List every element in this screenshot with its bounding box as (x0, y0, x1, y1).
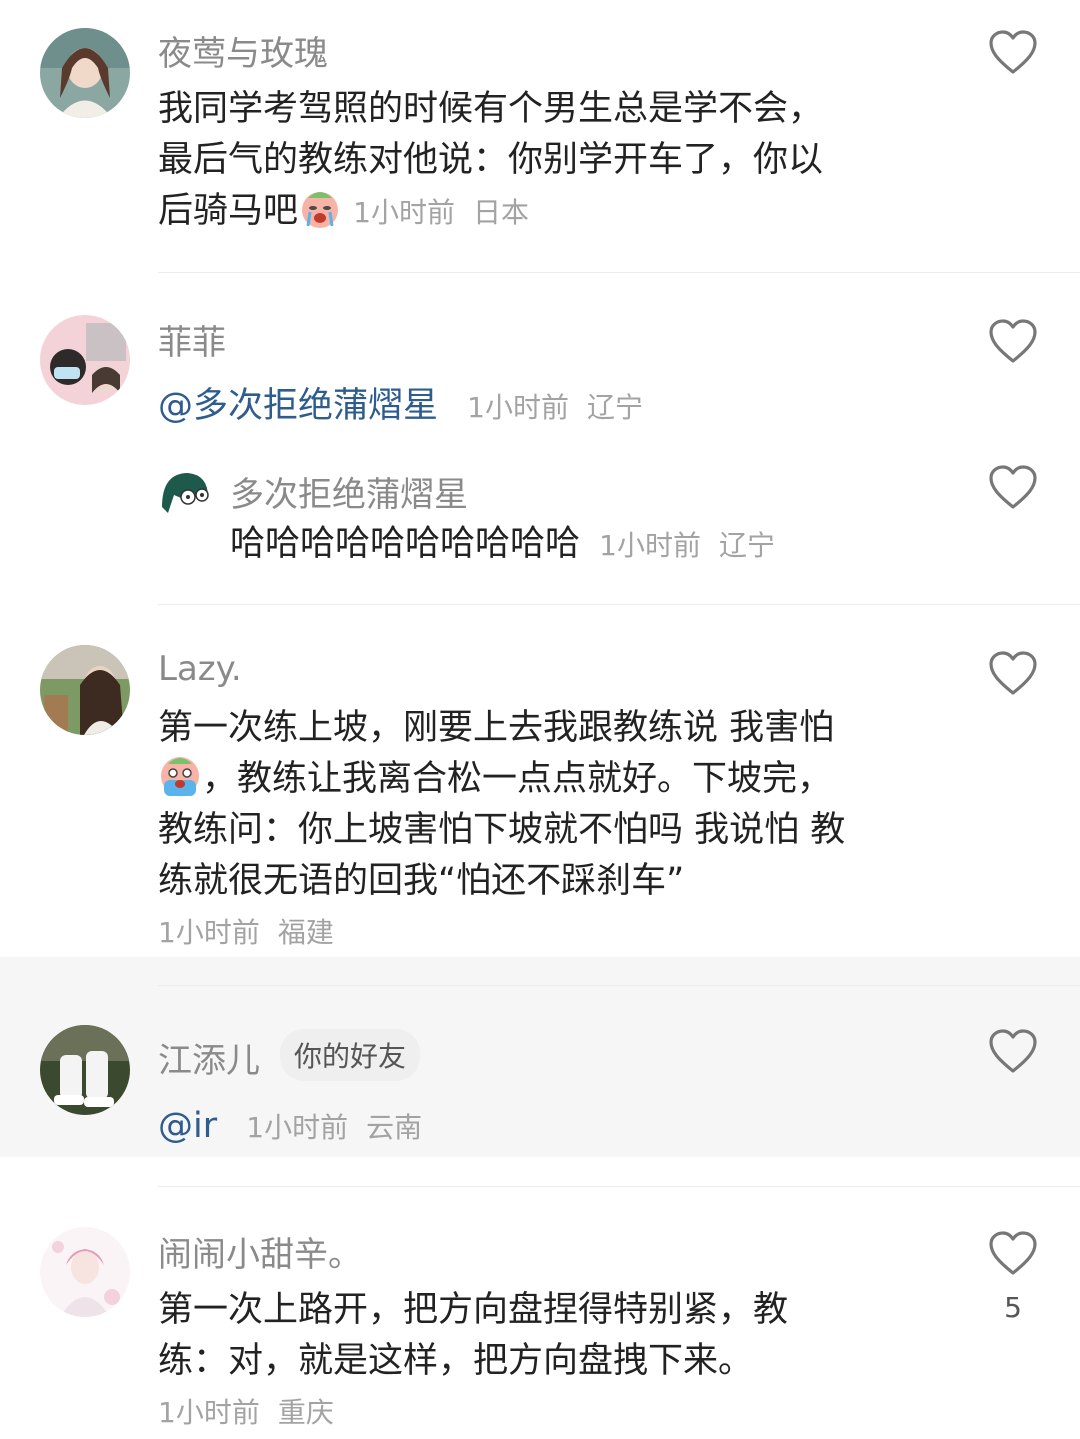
crying-face-emoji (298, 186, 342, 230)
timestamp: 1小时前 (246, 1111, 349, 1144)
timestamp: 1小时前 (467, 391, 569, 424)
comment-line: 最后气的教练对他说：你别学开车了，你以 (158, 140, 824, 180)
comment-meta: 1小时前 福建 (158, 911, 334, 951)
like-heart-icon[interactable] (988, 1029, 1038, 1075)
mention-link[interactable]: @多次拒绝蒲熠星 (158, 386, 438, 426)
avatar[interactable] (40, 1025, 130, 1115)
location: 日本 (472, 196, 529, 229)
comment-meta: 1小时前 日本 (353, 196, 529, 229)
commenter-name[interactable]: Lazy. (158, 649, 242, 689)
divider (158, 985, 1080, 986)
timestamp: 1小时前 (158, 1396, 260, 1429)
timestamp: 1小时前 (353, 196, 455, 229)
comment-item: 闹闹小甜辛。 第一次上路开，把方向盘捏得特别紧，教 练：对，就是这样，把方向盘拽… (0, 1187, 1080, 1439)
commenter-name[interactable]: 江添儿 (158, 1033, 260, 1082)
comment-line: 第一次上路开，把方向盘捏得特别紧，教 (158, 1290, 789, 1330)
location: 辽宁 (718, 529, 775, 562)
location: 云南 (366, 1111, 423, 1144)
location: 福建 (277, 916, 334, 949)
like-heart-icon[interactable] (988, 651, 1038, 697)
comment-line: 后骑马吧 1小时前 日本 (158, 186, 948, 238)
comment-text: 我同学考驾照的时候有个男生总是学不会， 最后气的教练对他说：你别学开车了，你以 … (158, 84, 948, 238)
avatar[interactable] (40, 645, 130, 735)
comment-text: 第一次练上坡，刚要上去我跟教练说 我害怕 ，教练让我离合松一点点就好。下坡完， … (158, 703, 958, 907)
comment-text: @多次拒绝蒲熠星 1小时前 辽宁 (158, 381, 958, 433)
commenter-name[interactable]: 闹闹小甜辛。 (158, 1227, 362, 1276)
location: 重庆 (277, 1396, 334, 1429)
scared-face-emoji (158, 754, 202, 798)
comment-line: 第一次练上坡，刚要上去我跟教练说 我害怕 (158, 708, 835, 748)
comment-item: 夜莺与玫瑰 我同学考驾照的时候有个男生总是学不会， 最后气的教练对他说：你别学开… (0, 0, 1080, 272)
reply-text: 哈哈哈哈哈哈哈哈哈哈 1小时前 辽宁 (230, 519, 950, 571)
like-heart-icon[interactable] (988, 30, 1038, 76)
comment-meta: 1小时前 重庆 (158, 1391, 334, 1431)
comment-item: 菲菲 @多次拒绝蒲熠星 1小时前 辽宁 多次拒绝蒲熠星 哈哈哈哈哈哈哈哈哈哈 1小… (0, 273, 1080, 603)
location: 辽宁 (586, 391, 643, 424)
comment-text: @ir 1小时前 云南 (158, 1101, 958, 1153)
comment-line: 练就很无语的回我“怕还不踩刹车” (158, 861, 685, 901)
timestamp: 1小时前 (158, 916, 260, 949)
comment-meta: 1小时前 云南 (246, 1111, 422, 1144)
reply-avatar[interactable] (158, 467, 212, 521)
avatar[interactable] (40, 1227, 130, 1317)
friend-badge: 你的好友 (280, 1029, 421, 1081)
avatar[interactable] (40, 28, 130, 118)
comment-line-text: ，教练让我离合松一点点就好。下坡完， (202, 759, 833, 799)
comment-meta: 1小时前 辽宁 (467, 391, 643, 424)
avatar[interactable] (40, 315, 130, 405)
reply-content: 哈哈哈哈哈哈哈哈哈哈 (230, 524, 581, 564)
comment-line: 我同学考驾照的时候有个男生总是学不会， (158, 89, 824, 129)
commenter-name[interactable]: 菲菲 (158, 315, 226, 364)
comment-meta: 1小时前 辽宁 (599, 529, 775, 562)
comment-text: 第一次上路开，把方向盘捏得特别紧，教 练：对，就是这样，把方向盘拽下来。 (158, 1285, 958, 1387)
reply-name[interactable]: 多次拒绝蒲熠星 (230, 467, 468, 516)
comment-line: 练：对，就是这样，把方向盘拽下来。 (158, 1341, 754, 1381)
like-heart-icon[interactable] (988, 1231, 1038, 1277)
comment-item: Lazy. 第一次练上坡，刚要上去我跟教练说 我害怕 ，教练让我离合松一点点就好… (0, 605, 1080, 957)
like-count: 5 (1004, 1291, 1022, 1324)
comment-line-text: 后骑马吧 (158, 191, 299, 231)
commenter-name[interactable]: 夜莺与玫瑰 (158, 26, 328, 75)
timestamp: 1小时前 (599, 529, 701, 562)
comment-line: ，教练让我离合松一点点就好。下坡完， (158, 754, 958, 805)
like-heart-icon[interactable] (988, 319, 1038, 365)
comment-line: 教练问：你上坡害怕下坡就不怕吗 我说怕 教 (158, 810, 846, 850)
highlighted-comment: 江添儿 你的好友 @ir 1小时前 云南 (0, 957, 1080, 1157)
mention-link[interactable]: @ir (158, 1106, 217, 1146)
like-heart-icon[interactable] (988, 465, 1038, 511)
